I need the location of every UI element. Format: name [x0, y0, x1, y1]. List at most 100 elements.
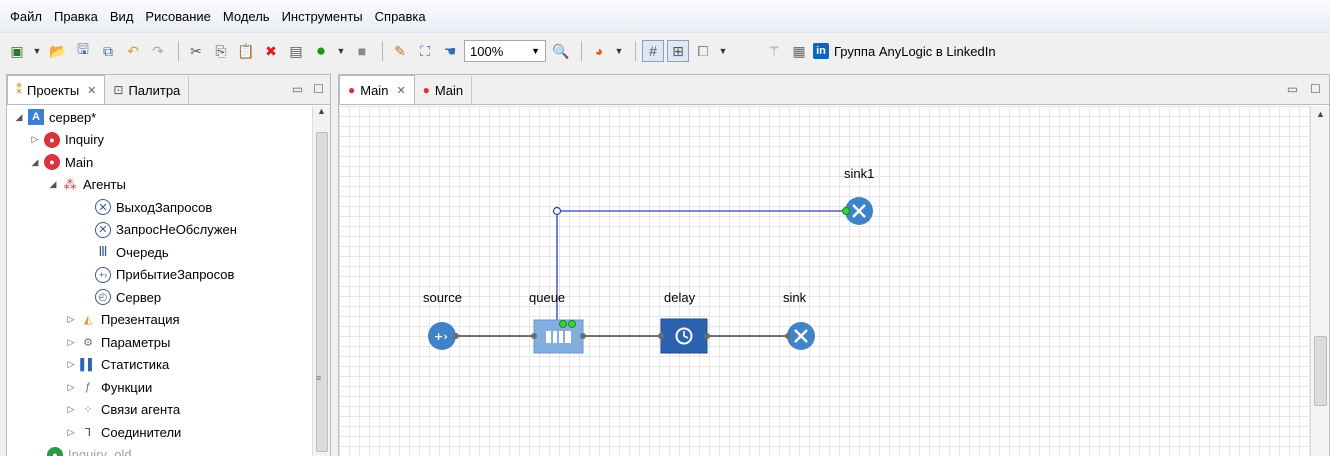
zoom-region-icon[interactable]: ⛶ [414, 40, 436, 62]
port-green[interactable] [559, 320, 567, 328]
sink1-label[interactable]: sink1 [844, 166, 874, 181]
port-green[interactable] [568, 320, 576, 328]
collapsed-arrow-icon[interactable]: ▷ [65, 314, 77, 325]
queue-label[interactable]: queue [529, 290, 565, 305]
collapsed-arrow-icon[interactable]: ▷ [65, 337, 77, 348]
snap-to-grid-icon[interactable]: ⊞ [667, 40, 689, 62]
collapsed-arrow-icon[interactable]: ▷ [65, 404, 77, 415]
source-label[interactable]: source [423, 290, 462, 305]
connector-queue-sink1[interactable] [556, 210, 845, 326]
minimize-icon[interactable]: ▭ [292, 82, 303, 96]
tree-item-queue[interactable]: Ⅲ Очередь [7, 241, 312, 264]
tab-projects[interactable]: ⁑ Проекты ✕ [7, 75, 106, 104]
tree-item-presentation[interactable]: ▷ ◭ Презентация [7, 309, 312, 332]
tree-item-source-arrival[interactable]: +› ПрибытиеЗапросов [7, 264, 312, 287]
maximize-icon[interactable]: ☐ [1310, 82, 1321, 96]
tab-main-second[interactable]: ● Main [415, 76, 473, 104]
tree-item-sink-output[interactable]: ✕ ВыходЗапросов [7, 196, 312, 219]
collapsed-arrow-icon[interactable]: ▷ [65, 427, 77, 438]
source-block[interactable]: +› [428, 322, 459, 350]
run-dropdown-icon[interactable]: ▼ [335, 40, 347, 62]
new-model-icon[interactable]: ▣ [6, 40, 28, 62]
layers-icon[interactable]: ⧠ [692, 40, 714, 62]
tree-item-sink-unserved[interactable]: ✕ ЗапросНеОбслужен [7, 219, 312, 242]
collapsed-arrow-icon[interactable]: ▷ [65, 359, 77, 370]
maximize-icon[interactable]: ☐ [313, 82, 324, 96]
port[interactable] [785, 333, 791, 339]
table-icon[interactable]: ▦ [788, 40, 810, 62]
connector-point[interactable] [552, 206, 562, 216]
redo-icon[interactable]: ↷ [147, 40, 169, 62]
close-icon[interactable]: ✕ [87, 84, 96, 97]
menu-model[interactable]: Модель [217, 9, 276, 24]
port[interactable] [704, 333, 710, 339]
delay-block[interactable] [658, 318, 710, 354]
port[interactable] [531, 333, 537, 339]
menu-edit[interactable]: Правка [48, 9, 104, 24]
delay-label[interactable]: delay [664, 290, 695, 305]
tree-item-inquiry[interactable]: ▷ ● Inquiry [7, 129, 312, 152]
new-dropdown-icon[interactable]: ▼ [31, 40, 43, 62]
pan-icon[interactable]: ☚ [439, 40, 461, 62]
undo-icon[interactable]: ↶ [122, 40, 144, 62]
tree-item-agent-links[interactable]: ▷ ⁘ Связи агента [7, 399, 312, 422]
wizard-icon[interactable]: ⚚ [763, 40, 785, 62]
queue-block[interactable] [531, 319, 586, 354]
scrollbar-thumb[interactable] [1314, 336, 1327, 406]
port[interactable] [658, 333, 664, 339]
collapsed-arrow-icon[interactable]: ▷ [65, 382, 77, 393]
tree-item-parameters[interactable]: ▷ ⚙ Параметры [7, 331, 312, 354]
menu-draw[interactable]: Рисование [139, 9, 216, 24]
tree-item-main[interactable]: ◢ ● Main [7, 151, 312, 174]
agent-icon[interactable]: ◕ [588, 40, 610, 62]
port[interactable] [453, 333, 459, 339]
stop-icon[interactable]: ■ [351, 40, 373, 62]
sink-label[interactable]: sink [783, 290, 806, 305]
diagram-canvas[interactable]: +› source queue delay sink sink1 [339, 106, 1311, 456]
save-icon[interactable]: 🖫 [72, 40, 94, 62]
paste-icon[interactable]: 📋 [235, 40, 257, 62]
zoom-in-icon[interactable]: 🔍 [550, 40, 572, 62]
tree-item-functions[interactable]: ▷ ƒ Функции [7, 376, 312, 399]
tree-item-inquiry-old[interactable]: ● Inquiry_old [7, 444, 312, 456]
tab-main-active[interactable]: ● Main ✕ [339, 75, 415, 104]
scroll-up-icon[interactable]: ▲ [313, 106, 330, 122]
open-folder-icon[interactable]: 📂 [47, 40, 69, 62]
sink-block[interactable] [785, 322, 815, 350]
menu-view[interactable]: Вид [104, 9, 140, 24]
tree-item-delay-server[interactable]: ◴ Сервер [7, 286, 312, 309]
tree-item-server-project[interactable]: ◢ A сервер* [7, 106, 312, 129]
close-icon[interactable]: ✕ [396, 84, 405, 97]
sink1-block[interactable] [842, 197, 874, 225]
expanded-arrow-icon[interactable]: ◢ [13, 112, 25, 123]
menu-file[interactable]: Файл [4, 9, 48, 24]
layers-dropdown-icon[interactable]: ▼ [717, 40, 729, 62]
port-green[interactable] [842, 207, 850, 215]
collapsed-arrow-icon[interactable]: ▷ [29, 134, 41, 145]
agent-dropdown-icon[interactable]: ▼ [613, 40, 625, 62]
port[interactable] [580, 333, 586, 339]
tab-palette[interactable]: ⊡ Палитра [105, 76, 190, 104]
scrollbar-thumb[interactable] [316, 132, 328, 452]
tree-scrollbar[interactable]: ▲ ≡ [312, 106, 330, 456]
minimize-icon[interactable]: ▭ [1287, 82, 1298, 96]
menu-tools[interactable]: Инструменты [276, 9, 369, 24]
pencil-icon[interactable]: ✎ [389, 40, 411, 62]
zoom-select[interactable]: 100% ▼ [464, 40, 546, 62]
delete-icon[interactable]: ✖ [260, 40, 282, 62]
build-icon[interactable]: ▤ [285, 40, 307, 62]
linkedin-icon[interactable]: in [813, 43, 829, 59]
copy-icon[interactable]: ⎘ [210, 40, 232, 62]
run-icon[interactable]: ● [310, 40, 332, 62]
canvas-scrollbar[interactable]: ▲ [1310, 106, 1329, 456]
linkedin-group-link[interactable]: Группа AnyLogic в LinkedIn [834, 44, 996, 59]
tree-item-connectors[interactable]: ▷ Ꞁ Соединители [7, 421, 312, 444]
tree-item-statistics[interactable]: ▷ ▌▌ Статистика [7, 354, 312, 377]
grid-toggle-icon[interactable]: # [642, 40, 664, 62]
menu-help[interactable]: Справка [369, 9, 432, 24]
scroll-up-icon[interactable]: ▲ [1316, 109, 1325, 119]
cut-icon[interactable]: ✂ [185, 40, 207, 62]
expanded-arrow-icon[interactable]: ◢ [29, 157, 41, 168]
tree-item-agents[interactable]: ◢ ⁂ Агенты [7, 174, 312, 197]
expanded-arrow-icon[interactable]: ◢ [47, 179, 59, 190]
